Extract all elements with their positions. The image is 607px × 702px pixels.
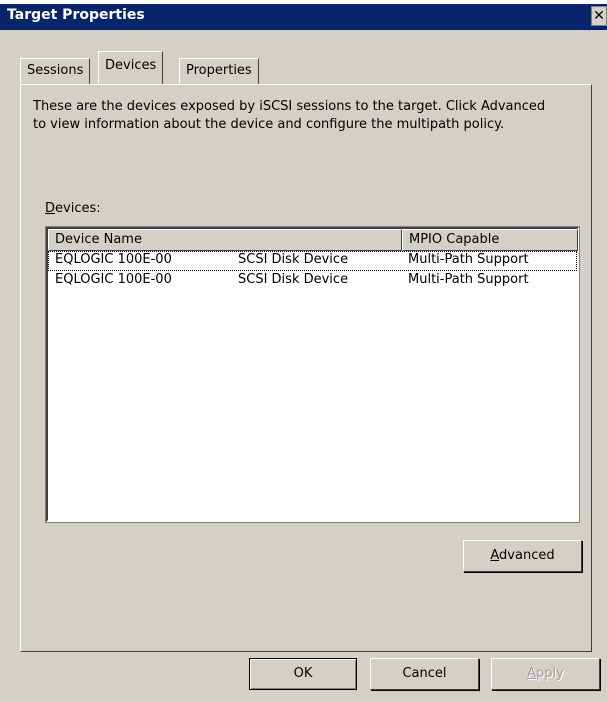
advanced-button[interactable]: Advanced bbox=[463, 540, 582, 572]
devices-list[interactable]: Device Name MPIO Capable EQLOGIC 100E-00… bbox=[45, 226, 580, 523]
mpio-cell: Multi-Path Support bbox=[408, 272, 529, 287]
window-title: Target Properties bbox=[7, 7, 145, 23]
tab-devices-label: Devices bbox=[105, 58, 157, 73]
devices-label-mnemonic: D bbox=[45, 201, 56, 216]
device-type-cell: SCSI Disk Device bbox=[238, 272, 349, 287]
column-header-device-name[interactable]: Device Name bbox=[48, 229, 402, 251]
column-header-device-name-label: Device Name bbox=[55, 232, 142, 247]
advanced-label: dvanced bbox=[499, 548, 555, 563]
device-vendor-cell: EQLOGIC 100E-00 bbox=[55, 272, 172, 287]
apply-label: pply bbox=[536, 666, 564, 681]
tab-sessions-label: Sessions bbox=[27, 63, 84, 78]
table-row[interactable]: EQLOGIC 100E-00 SCSI Disk Device Multi-P… bbox=[48, 271, 577, 291]
list-header: Device Name MPIO Capable bbox=[48, 229, 578, 251]
title-bar[interactable]: Target Properties ✕ bbox=[0, 0, 607, 30]
tab-devices[interactable]: Devices bbox=[98, 51, 164, 84]
ok-button[interactable]: OK bbox=[249, 658, 357, 690]
apply-mnemonic: A bbox=[527, 666, 537, 681]
advanced-mnemonic: A bbox=[490, 548, 500, 563]
ok-label: OK bbox=[293, 666, 313, 681]
mpio-cell: Multi-Path Support bbox=[408, 252, 529, 267]
column-header-mpio-capable-label: MPIO Capable bbox=[409, 232, 500, 247]
tab-sessions[interactable]: Sessions bbox=[20, 58, 91, 84]
column-header-mpio-capable[interactable]: MPIO Capable bbox=[402, 229, 578, 251]
devices-label: Devices: bbox=[45, 201, 101, 216]
tab-properties-label: Properties bbox=[186, 63, 252, 78]
table-row[interactable]: EQLOGIC 100E-00 SCSI Disk Device Multi-P… bbox=[48, 251, 577, 271]
close-icon[interactable]: ✕ bbox=[591, 6, 607, 26]
cancel-button[interactable]: Cancel bbox=[370, 658, 479, 690]
description-text: These are the devices exposed by iSCSI s… bbox=[33, 99, 546, 132]
cancel-label: Cancel bbox=[402, 666, 447, 681]
device-type-cell: SCSI Disk Device bbox=[238, 252, 349, 267]
apply-button[interactable]: Apply bbox=[491, 658, 600, 690]
device-vendor-cell: EQLOGIC 100E-00 bbox=[55, 252, 172, 267]
devices-label-text: evices: bbox=[55, 201, 101, 216]
devices-tab-panel: These are the devices exposed by iSCSI s… bbox=[20, 84, 592, 652]
tab-properties[interactable]: Properties bbox=[179, 58, 259, 84]
